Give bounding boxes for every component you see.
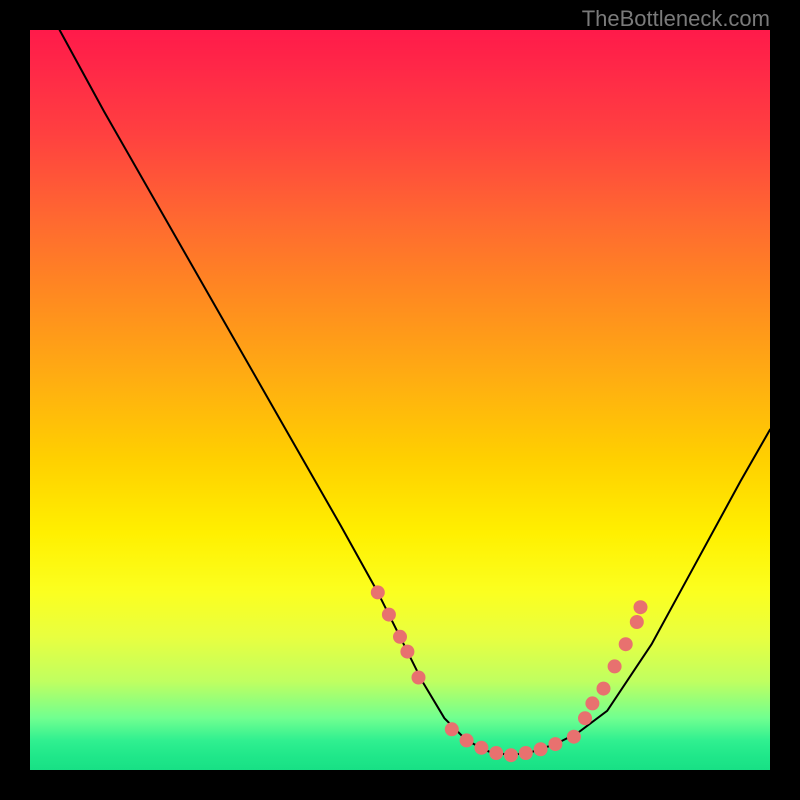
marker-dot	[597, 682, 611, 696]
curve-path	[60, 30, 770, 755]
marker-dot	[578, 711, 592, 725]
marker-dot	[585, 696, 599, 710]
marker-dot	[460, 733, 474, 747]
bottleneck-curve	[60, 30, 770, 755]
chart-svg	[30, 30, 770, 770]
marker-dot	[445, 722, 459, 736]
plot-area	[30, 30, 770, 770]
marker-dot	[548, 737, 562, 751]
marker-dot	[630, 615, 644, 629]
marker-dot	[504, 748, 518, 762]
watermark-text: TheBottleneck.com	[582, 6, 770, 32]
marker-dot	[400, 645, 414, 659]
marker-dot	[382, 608, 396, 622]
marker-dot	[608, 659, 622, 673]
marker-dot	[567, 730, 581, 744]
highlight-dots	[371, 585, 648, 762]
marker-dot	[619, 637, 633, 651]
chart-container: TheBottleneck.com	[0, 0, 800, 800]
marker-dot	[393, 630, 407, 644]
marker-dot	[634, 600, 648, 614]
marker-dot	[519, 746, 533, 760]
marker-dot	[489, 746, 503, 760]
marker-dot	[371, 585, 385, 599]
marker-dot	[474, 741, 488, 755]
marker-dot	[534, 742, 548, 756]
marker-dot	[412, 671, 426, 685]
